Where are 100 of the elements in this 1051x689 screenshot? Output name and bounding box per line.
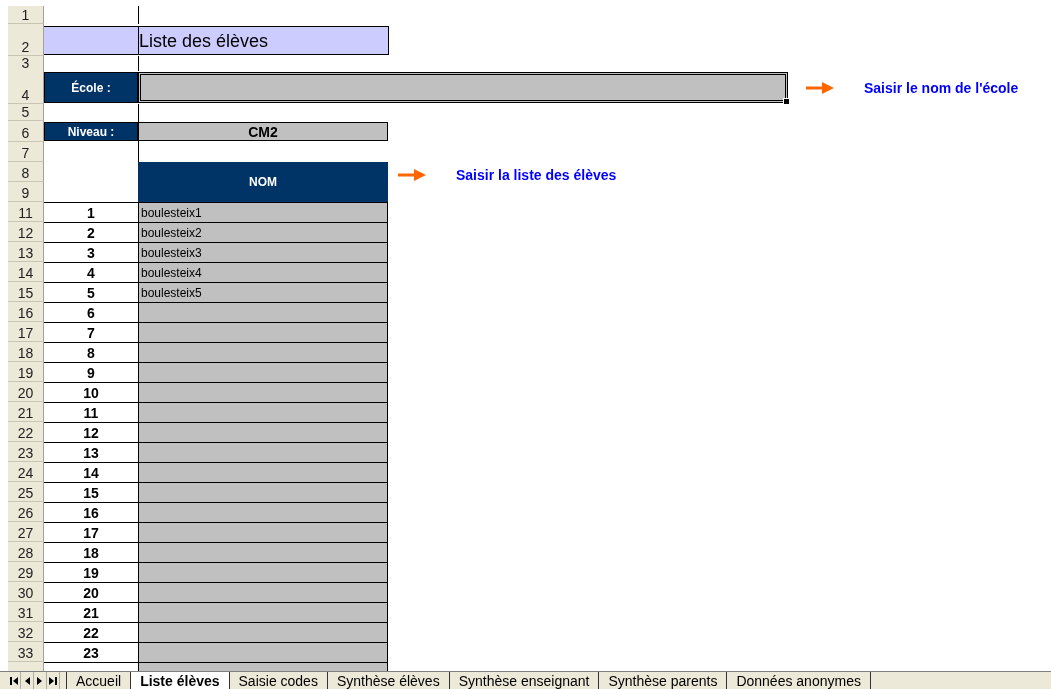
- student-number: 20: [44, 582, 138, 602]
- student-number: 2: [44, 222, 138, 242]
- student-name-cell[interactable]: [139, 522, 388, 542]
- row-header: 1: [8, 6, 44, 24]
- row-header: 30: [8, 582, 44, 602]
- student-name-cell[interactable]: [139, 342, 388, 362]
- row-header: 24: [8, 462, 44, 482]
- row-header: 28: [8, 542, 44, 562]
- student-name-cell[interactable]: [139, 302, 388, 322]
- student-name-cell[interactable]: boulesteix5: [139, 282, 388, 302]
- school-name-field[interactable]: [138, 72, 788, 103]
- row-header: 31: [8, 602, 44, 622]
- row-header: 8: [8, 162, 44, 182]
- row-header: 26: [8, 502, 44, 522]
- student-number: 12: [44, 422, 138, 442]
- row-header: 27: [8, 522, 44, 542]
- row-header: 29: [8, 562, 44, 582]
- student-name-cell[interactable]: boulesteix4: [139, 262, 388, 282]
- next-sheet-button[interactable]: [34, 672, 47, 689]
- student-number: 4: [44, 262, 138, 282]
- row-header: 17: [8, 322, 44, 342]
- student-name-cell[interactable]: boulesteix2: [139, 222, 388, 242]
- arrow-icon: [806, 81, 834, 94]
- row-header: 19: [8, 362, 44, 382]
- student-number: 18: [44, 542, 138, 562]
- row-header: 13: [8, 242, 44, 262]
- row-header: 9: [8, 182, 44, 202]
- triangle-icon: [49, 676, 57, 685]
- column-header: NOM: [138, 162, 388, 202]
- row-header: 6: [8, 121, 44, 142]
- row-header: 20: [8, 382, 44, 402]
- row-header: 18: [8, 342, 44, 362]
- student-name-cell[interactable]: [139, 402, 388, 422]
- student-number: 3: [44, 242, 138, 262]
- sheet-title: Liste des élèves: [139, 31, 269, 53]
- student-name-cell[interactable]: boulesteix1: [139, 202, 388, 222]
- student-name-cell[interactable]: [139, 642, 388, 662]
- row-header: 25: [8, 482, 44, 502]
- level-value[interactable]: CM2: [139, 122, 388, 141]
- row-header: 2: [8, 24, 44, 56]
- row-header: 22: [8, 422, 44, 442]
- row-header: 14: [8, 262, 44, 282]
- student-number: 10: [44, 382, 138, 402]
- student-number: 5: [44, 282, 138, 302]
- sheet-tab[interactable]: Synthèse parents: [598, 672, 728, 689]
- student-number: 9: [44, 362, 138, 382]
- sheet-tab[interactable]: Saisie codes: [228, 672, 328, 689]
- arrow-icon: [398, 169, 426, 181]
- student-name-cell[interactable]: [139, 502, 388, 522]
- student-name-cell[interactable]: [139, 602, 388, 622]
- row-header: 15: [8, 282, 44, 302]
- sheet-tab[interactable]: Liste élèves: [130, 672, 230, 689]
- student-name-cell[interactable]: [139, 622, 388, 642]
- instruction-note: Saisir la liste des élèves: [456, 167, 617, 183]
- instruction-note: Saisir le nom de l'école: [864, 79, 1019, 96]
- student-name-cell[interactable]: [139, 482, 388, 502]
- last-sheet-button[interactable]: [47, 672, 60, 689]
- sheet-tab[interactable]: Synthèse élèves: [326, 672, 450, 689]
- student-name-cell[interactable]: [139, 562, 388, 582]
- student-number: 14: [44, 462, 138, 482]
- student-name-cell[interactable]: [139, 462, 388, 482]
- student-name-cell[interactable]: [139, 542, 388, 562]
- student-name-cell[interactable]: [139, 582, 388, 602]
- student-number: 17: [44, 522, 138, 542]
- row-header: 11: [8, 202, 44, 222]
- student-name-cell[interactable]: boulesteix3: [139, 242, 388, 262]
- row-header: 23: [8, 442, 44, 462]
- student-number: 8: [44, 342, 138, 362]
- student-number: 7: [44, 322, 138, 342]
- student-name-cell[interactable]: [139, 322, 388, 342]
- student-name-cell[interactable]: [139, 442, 388, 462]
- student-number: 6: [44, 302, 138, 322]
- student-number: 23: [44, 642, 138, 662]
- fill-handle[interactable]: [783, 98, 790, 105]
- student-number: 13: [44, 442, 138, 462]
- student-number: 19: [44, 562, 138, 582]
- row-header: 32: [8, 622, 44, 642]
- student-number: 11: [44, 402, 138, 422]
- row-header: 7: [8, 142, 44, 162]
- student-name-cell[interactable]: [139, 362, 388, 382]
- triangle-icon: [10, 676, 18, 685]
- field-label: Niveau :: [44, 122, 138, 141]
- row-header: 4: [8, 71, 44, 104]
- sheet-tab[interactable]: Synthèse enseignant: [448, 672, 600, 689]
- row-header: 5: [8, 104, 44, 121]
- field-label: École :: [44, 72, 138, 103]
- student-number: 1: [44, 202, 138, 222]
- row-header: 21: [8, 402, 44, 422]
- student-name-cell[interactable]: [139, 382, 388, 402]
- student-number: 15: [44, 482, 138, 502]
- first-sheet-button[interactable]: [8, 672, 21, 689]
- row-header: 33: [8, 642, 44, 662]
- sheet-tab[interactable]: Données anonymes: [726, 672, 871, 689]
- row-header: 12: [8, 222, 44, 242]
- student-name-cell[interactable]: [139, 422, 388, 442]
- student-number: 21: [44, 602, 138, 622]
- row-header: 16: [8, 302, 44, 322]
- row-header: 3: [8, 56, 44, 72]
- student-number: 22: [44, 622, 138, 642]
- student-number: 16: [44, 502, 138, 522]
